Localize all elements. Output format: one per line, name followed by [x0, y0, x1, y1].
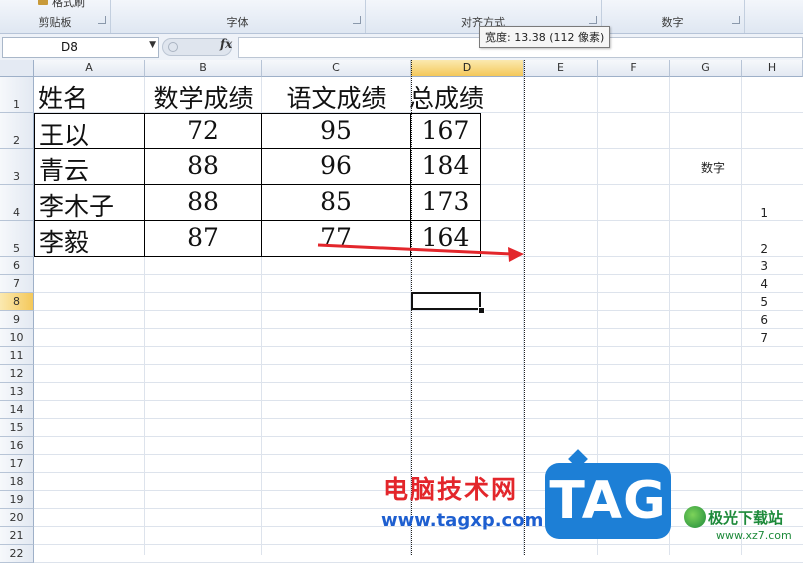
- watermark-site2-url: www.xz7.com: [716, 529, 792, 542]
- watermark-site2: 极光下载站: [708, 509, 784, 527]
- watermark-tag-logo: TAG: [545, 463, 671, 539]
- arrow-head: [508, 247, 524, 262]
- aurora-logo-icon: [684, 506, 706, 528]
- watermark-site-name: 电脑技术网: [383, 475, 519, 504]
- watermark-url: www.tagxp.com: [381, 510, 544, 531]
- arrow-shaft: [317, 243, 513, 256]
